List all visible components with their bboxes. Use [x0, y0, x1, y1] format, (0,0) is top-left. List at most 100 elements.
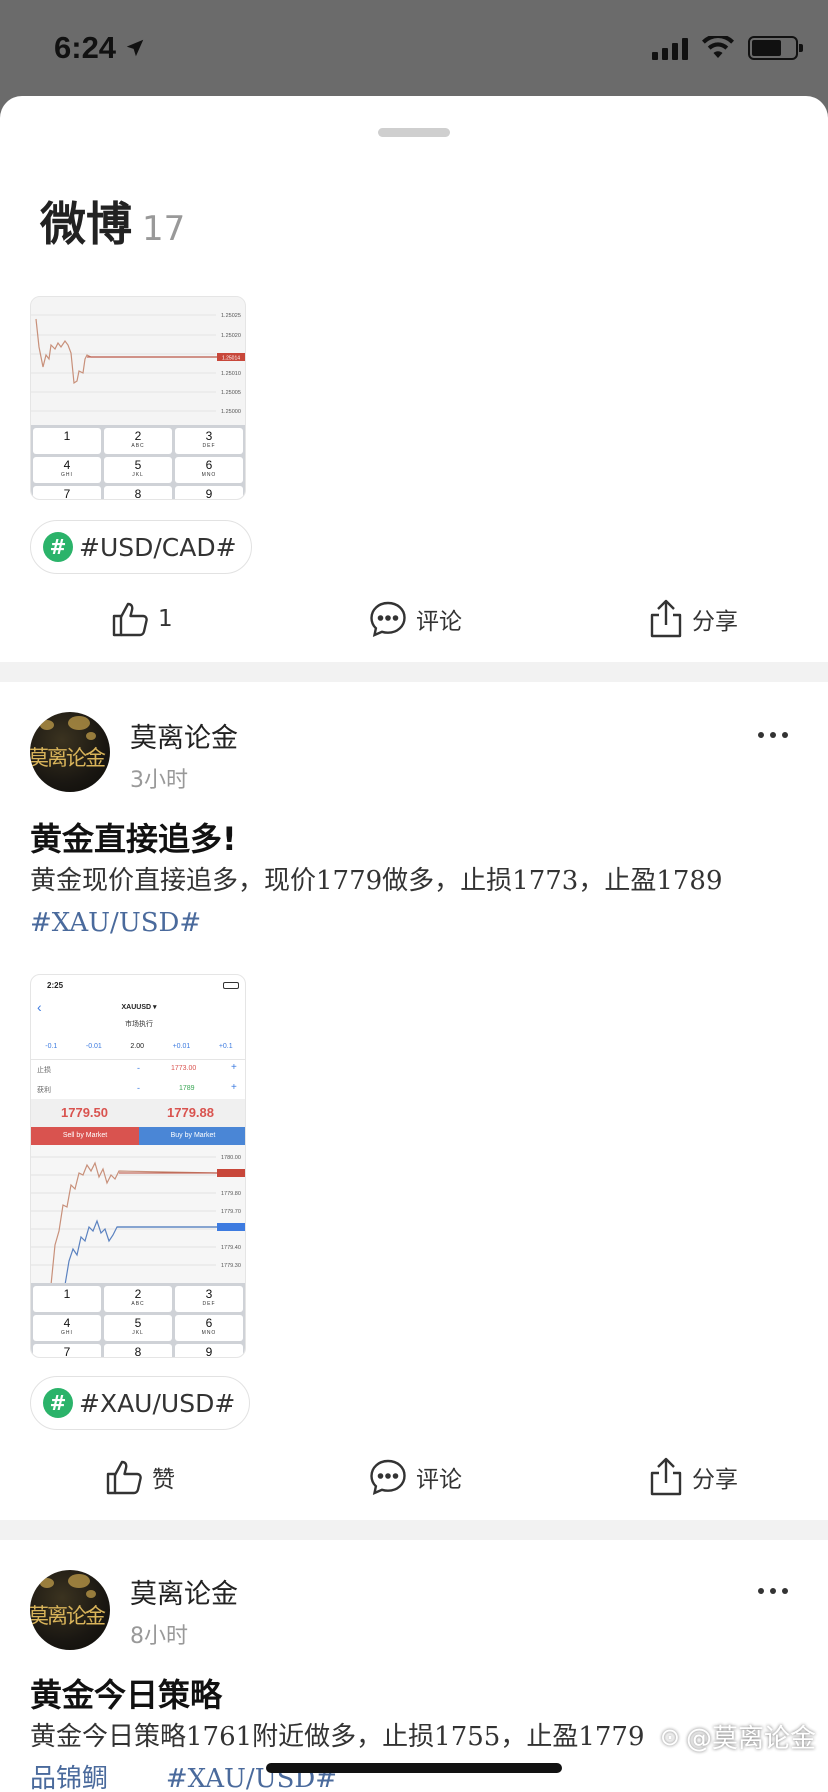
status-time-text: 6:24 [54, 30, 117, 65]
ticket-sl-label: 止损 [37, 1067, 51, 1074]
ticket-time: 2:25 [47, 981, 64, 990]
axis-price-label: 1779.40 [221, 1245, 241, 1251]
ticket-volume-steps: -0.1 -0.01 2.00 +0.01 +0.1 [45, 1043, 233, 1050]
key-4: 4 GHI [33, 1315, 101, 1341]
axis-price-label: 1780.00 [221, 1155, 241, 1161]
key-9: 9 [175, 486, 243, 499]
topic-hash-icon: # [43, 1388, 73, 1418]
axis-price-label: 1779.70 [221, 1209, 241, 1215]
weibo-watermark: ⊙ @莫离论金 [660, 1718, 816, 1755]
watermark-text: @莫离论金 [685, 1724, 816, 1754]
key-5: 5 JKL [104, 457, 172, 483]
key-1: 1 [33, 1286, 101, 1312]
key-8: 8 [104, 1344, 172, 1357]
status-icons [652, 36, 803, 60]
post-title: 黄金今日策略 [30, 1676, 223, 1714]
axis-price-label: 1.25000 [221, 409, 241, 415]
sheet-title: 微博 [40, 197, 132, 251]
cellular-signal-icon [652, 36, 688, 60]
post-body-tail: 品锦鲷 [30, 1764, 109, 1792]
comment-button[interactable]: 评论 [368, 584, 462, 654]
comment-label: 评论 [416, 1467, 462, 1493]
key-7: 7 [33, 486, 101, 499]
like-count: 1 [158, 606, 173, 632]
like-button[interactable]: 赞 [104, 1442, 175, 1512]
location-arrow-icon [126, 39, 144, 57]
share-button[interactable]: 分享 [648, 584, 738, 654]
trade-ticket: 2:25 ‹ XAUUSD ▾ 市场执行 -0.1 -0.01 2.00 +0.01 +… [31, 975, 245, 1285]
ticket-sl-value: 1773.00 [171, 1065, 197, 1072]
status-bar: 6:24 [0, 0, 828, 96]
like-label: 赞 [152, 1467, 175, 1493]
post-divider [0, 662, 828, 682]
author-name[interactable]: 莫离论金 [130, 1572, 238, 1611]
share-icon [650, 599, 682, 638]
author-avatar[interactable]: 莫离论金 [30, 1570, 110, 1650]
chart-price-tag: 1.25014 [222, 356, 240, 362]
axis-price-label: 1779.30 [221, 1263, 241, 1269]
thumbs-up-icon [106, 1460, 142, 1495]
comment-bubble-icon [370, 601, 406, 638]
post-image-xauusd[interactable]: 2:25 ‹ XAUUSD ▾ 市场执行 -0.1 -0.01 2.00 +0.01 +… [30, 974, 246, 1358]
post-divider [0, 1520, 828, 1540]
key-2: 2 ABC [104, 1286, 172, 1312]
axis-price-label: 1.25025 [221, 313, 241, 319]
ticket-battery-icon [223, 982, 239, 989]
share-button[interactable]: 分享 [648, 1442, 738, 1512]
share-icon [650, 1457, 682, 1496]
key-2: 2 ABC [104, 428, 172, 454]
home-indicator[interactable] [266, 1763, 562, 1773]
ticket-buy-price: 1779.88 [167, 1105, 214, 1120]
wifi-icon [702, 36, 734, 58]
more-options-button[interactable] [758, 732, 788, 738]
sheet-count: 17 [142, 209, 186, 249]
topic-chip-usdcad[interactable]: # #USD/CAD# [30, 520, 252, 574]
buy-by-market-button: Buy by Market [139, 1127, 245, 1145]
axis-price-label: 1779.80 [221, 1191, 241, 1197]
author-avatar[interactable]: 莫离论金 [30, 712, 110, 792]
price-chart: 1.25014 1.25025 1.25020 1.25010 1.25005 … [31, 297, 245, 427]
post-actions: 赞 评论 分享 [0, 1442, 828, 1512]
key-5: 5 JKL [104, 1315, 172, 1341]
ticket-tp-label: 获利 [37, 1087, 51, 1094]
axis-price-label: 1.25020 [221, 333, 241, 339]
thumbs-up-icon [112, 602, 148, 637]
topic-chip-label: #XAU/USD# [79, 1388, 236, 1418]
key-1: 1 [33, 428, 101, 454]
battery-icon [748, 36, 803, 60]
post-time: 8小时 [130, 1624, 188, 1649]
topic-chip-label: #USD/CAD# [79, 532, 237, 562]
key-4: 4 GHI [33, 457, 101, 483]
topic-chip-xauusd[interactable]: # #XAU/USD# [30, 1376, 251, 1430]
share-label: 分享 [692, 1467, 738, 1493]
more-options-button[interactable] [758, 1588, 788, 1594]
key-8: 8 [104, 486, 172, 499]
ticket-mode: 市场执行 [125, 1021, 153, 1028]
key-3: 3 DEF [175, 428, 243, 454]
comment-bubble-icon [370, 1459, 406, 1496]
weibo-sheet: 微博 17 1.25014 1.25025 1.25020 1.25010 1.… [0, 96, 828, 1792]
post-time: 3小时 [130, 768, 188, 793]
post-body-hashtag[interactable]: #XAU/USD# [30, 902, 800, 944]
axis-price-label: 1.25005 [221, 390, 241, 396]
sheet-grabber[interactable] [378, 128, 450, 137]
comment-label: 评论 [416, 609, 462, 635]
topic-hash-icon: # [43, 532, 73, 562]
numeric-keypad: 1 2 ABC 3 DEF 4 GHI 5 JKL 6 MNO 7 8 9 [31, 425, 245, 499]
author-name[interactable]: 莫离论金 [130, 716, 238, 755]
weibo-logo-icon: ⊙ [659, 1722, 680, 1751]
sell-by-market-button: Sell by Market [31, 1127, 139, 1145]
key-9: 9 [175, 1344, 243, 1357]
post-body-text: 黄金现价直接追多，现价1779做多，止损1773，止盈1789 [30, 866, 723, 896]
comment-button[interactable]: 评论 [368, 1442, 462, 1512]
key-6: 6 MNO [175, 1315, 243, 1341]
ticket-tp-value: 1789 [179, 1085, 195, 1092]
post-title: 黄金直接追多! [30, 820, 237, 858]
key-7: 7 [33, 1344, 101, 1357]
like-button[interactable]: 1 [110, 584, 173, 654]
ticket-sell-price: 1779.50 [61, 1105, 108, 1120]
axis-price-label: 1.25010 [221, 371, 241, 377]
post-body: 黄金现价直接追多，现价1779做多，止损1773，止盈1789 #XAU/USD… [30, 860, 800, 944]
post-image-usdcad[interactable]: 1.25014 1.25025 1.25020 1.25010 1.25005 … [30, 296, 246, 500]
post-actions: 1 评论 分享 [0, 584, 828, 654]
